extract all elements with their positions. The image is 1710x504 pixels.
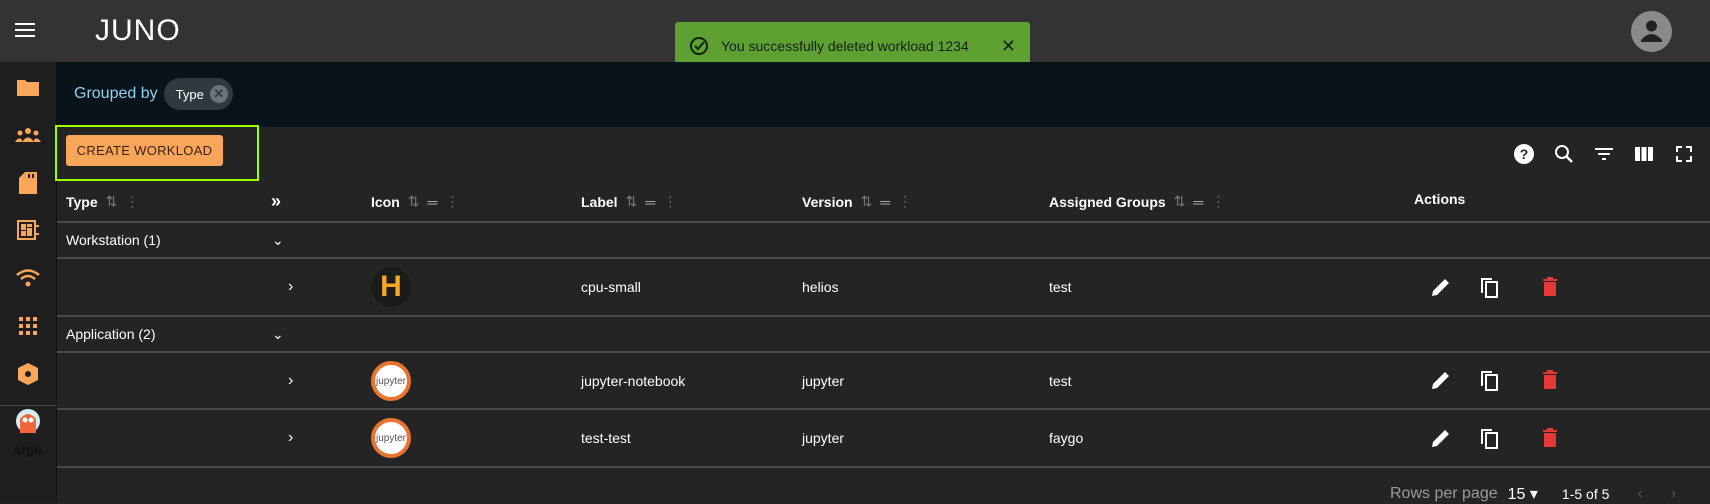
workload-icon-helios: H [371,267,411,307]
filter-icon[interactable] [1592,142,1616,166]
prev-page-icon[interactable]: ‹ [1637,485,1642,503]
create-workload-button[interactable]: CREATE WORKLOAD [66,135,223,166]
group-by-icon[interactable]: ═ [428,194,438,210]
help-icon[interactable]: ? [1512,142,1536,166]
group-by-icon[interactable]: ═ [1193,194,1203,210]
sidebar: argo [0,62,57,502]
divider [57,351,1710,353]
sort-icon[interactable]: ⇅ [106,193,118,210]
columns-icon[interactable] [1632,142,1656,166]
group-row-workstation: Workstation (1) [66,232,161,248]
version-cell: jupyter [802,372,845,389]
label-cell: jupyter-notebook [581,372,686,389]
rows-per-page-label: Rows per page [1390,485,1498,502]
groups-cell: test [1049,372,1072,389]
edit-icon[interactable] [1429,368,1453,392]
copy-icon[interactable] [1477,426,1501,450]
sort-icon[interactable]: ⇅ [861,193,873,210]
version-cell: jupyter [802,430,845,446]
account-avatar[interactable] [1631,11,1672,52]
argo-logo[interactable]: argo [8,407,48,457]
expand-row-icon[interactable]: › [288,409,293,467]
remove-chip-icon[interactable]: ✕ [209,85,228,103]
group-chip-type: Type ✕ [163,78,233,110]
label-cell: cpu-small [581,279,641,295]
column-header-version[interactable]: Version ⇅ ═ ⋮ [802,181,912,222]
expand-all-icon[interactable]: » [271,181,281,222]
check-circle-icon [690,37,708,55]
workload-icon-jupyter: jupyter [371,418,411,458]
pagination: Rows per page 15 ▾ 1-5 of 5 ‹ › [1390,484,1676,504]
sd-card-icon[interactable] [14,169,42,197]
collapse-group-icon[interactable]: ⌄ [272,222,284,258]
column-menu-icon[interactable]: ⋮ [898,193,912,210]
group-row-application: Application (2) [66,326,156,342]
column-header-label[interactable]: Label ⇅ ═ ⋮ [581,181,677,222]
divider [57,221,1710,223]
workload-icon-jupyter: jupyter [371,361,411,401]
groups-cell: test [1049,279,1072,295]
edit-icon[interactable] [1429,275,1453,299]
copy-icon[interactable] [1477,368,1501,392]
column-header-actions: Actions [1414,190,1466,207]
page-range: 1-5 of 5 [1561,486,1610,502]
grouped-by-label: Grouped by [74,85,158,102]
column-menu-icon[interactable]: ⋮ [1211,193,1225,210]
divider [57,466,1710,468]
expand-row-icon[interactable]: › [288,258,293,316]
groups-cell: faygo [1049,430,1084,446]
group-by-icon[interactable]: ═ [880,194,890,210]
account-circle-icon [1641,20,1662,42]
folder-icon[interactable] [14,73,42,101]
sort-icon[interactable]: ⇅ [408,193,420,210]
copy-icon[interactable] [1477,275,1501,299]
groups-icon[interactable] [14,121,42,149]
grouping-bar: Grouped by Type ✕ [57,62,1710,127]
column-menu-icon[interactable]: ⋮ [663,193,677,210]
edit-icon[interactable] [1429,426,1453,450]
column-menu-icon[interactable]: ⋮ [125,193,139,210]
group-by-icon[interactable]: ═ [645,194,655,210]
rows-per-page-select[interactable]: 15 ▾ [1508,484,1538,504]
delete-icon[interactable] [1538,426,1562,450]
hamburger-icon[interactable] [15,21,35,39]
divider [57,257,1710,259]
search-icon[interactable] [1552,142,1576,166]
juno-logo[interactable]: JUNO [95,14,181,48]
version-cell: helios [802,279,839,295]
fullscreen-icon[interactable] [1672,142,1696,166]
wifi-icon[interactable] [14,264,42,292]
next-page-icon[interactable]: › [1671,485,1676,503]
sort-icon[interactable]: ⇅ [626,193,638,210]
collapse-group-icon[interactable]: ⌄ [272,316,284,352]
svg-text:?: ? [1520,146,1529,162]
column-header-type[interactable]: Type ⇅ ⋮ [66,181,139,222]
delete-icon[interactable] [1538,275,1562,299]
column-menu-icon[interactable]: ⋮ [445,193,459,210]
toast-message: You successfully deleted workload 1234 [721,38,969,54]
expand-row-icon[interactable]: › [288,352,293,409]
delete-icon[interactable] [1538,368,1562,392]
column-header-icon[interactable]: Icon ⇅ ═ ⋮ [371,181,459,222]
divider [57,408,1710,410]
sort-icon[interactable]: ⇅ [1174,193,1186,210]
deployed-code-icon[interactable] [14,360,42,388]
column-header-assigned-groups[interactable]: Assigned Groups ⇅ ═ ⋮ [1049,181,1225,222]
close-icon[interactable]: ✕ [1001,36,1016,57]
apps-grid-icon[interactable] [14,312,42,340]
label-cell: test-test [581,430,631,446]
dashboard-icon[interactable] [14,216,42,244]
divider [57,315,1710,317]
sidebar-divider [0,405,57,406]
